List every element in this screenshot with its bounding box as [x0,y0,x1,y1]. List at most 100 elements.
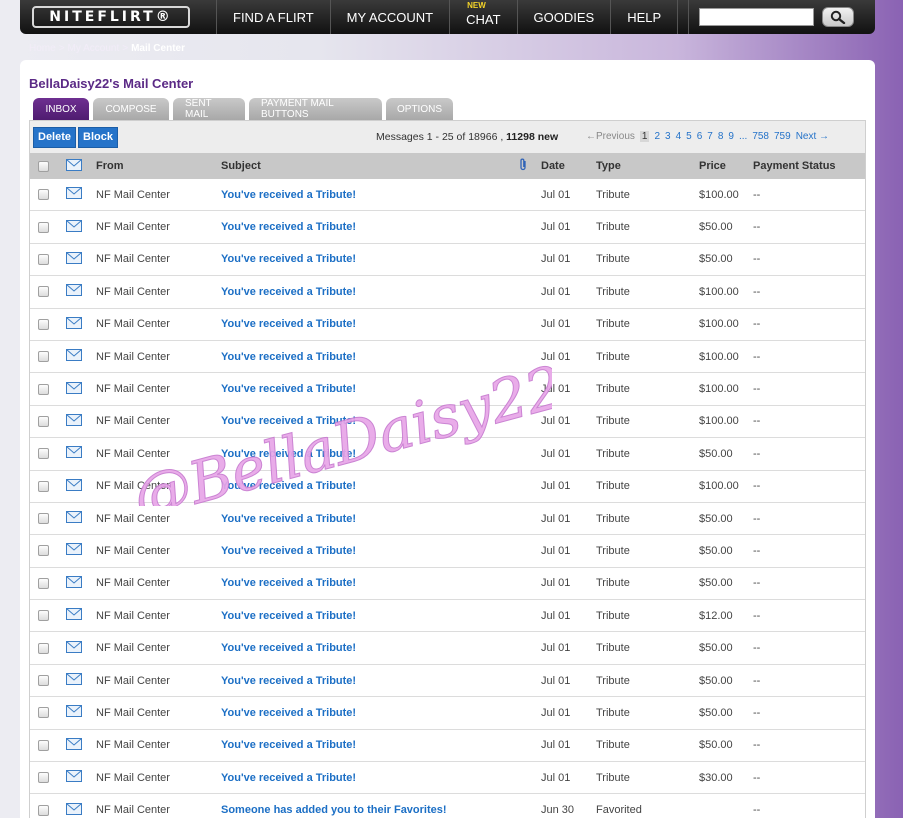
row-subject-link[interactable]: You've received a Tribute! [221,513,356,525]
table-row[interactable]: NF Mail Center You've received a Tribute… [30,309,865,341]
row-checkbox[interactable] [38,577,49,589]
row-subject-link[interactable]: You've received a Tribute! [221,642,356,654]
row-checkbox[interactable] [38,739,49,751]
row-checkbox[interactable] [38,480,49,492]
row-subject-link[interactable]: You've received a Tribute! [221,415,356,427]
table-row[interactable]: NF Mail Center You've received a Tribute… [30,179,865,212]
row-checkbox[interactable] [38,804,49,816]
search-button[interactable] [822,7,855,27]
row-checkbox[interactable] [38,610,49,622]
row-subject-link[interactable]: You've received a Tribute! [221,383,356,395]
row-subject-link[interactable]: You've received a Tribute! [221,675,356,687]
row-subject-link[interactable]: You've received a Tribute! [221,318,356,330]
table-row[interactable]: NF Mail Center You've received a Tribute… [30,503,865,536]
row-payment-status: -- [753,350,761,363]
table-row[interactable]: NF Mail Center You've received a Tribute… [30,697,865,730]
page-link[interactable]: 759 [774,131,791,142]
nav-goodies[interactable]: GOODIES [516,0,611,34]
row-subject-link[interactable]: You've received a Tribute! [221,545,356,557]
row-subject-link[interactable]: You've received a Tribute! [221,707,356,719]
page-link[interactable]: 2 [654,131,660,142]
table-row[interactable]: NF Mail Center You've received a Tribute… [30,373,865,406]
row-checkbox[interactable] [38,221,49,233]
select-all-checkbox[interactable] [38,160,49,172]
header-payment-status[interactable]: Payment Status [753,160,836,172]
page-link[interactable]: 758 [752,131,769,142]
table-row[interactable]: NF Mail Center You've received a Tribute… [30,438,865,471]
page-link[interactable]: 7 [707,131,713,142]
table-row[interactable]: NF Mail Center Someone has added you to … [30,794,865,818]
table-row[interactable]: NF Mail Center You've received a Tribute… [30,568,865,601]
row-checkbox[interactable] [38,286,49,298]
table-row[interactable]: NF Mail Center You've received a Tribute… [30,730,865,763]
row-checkbox[interactable] [38,707,49,719]
row-checkbox[interactable] [38,318,49,330]
row-payment-status: -- [753,447,761,460]
row-checkbox[interactable] [38,642,49,654]
tab-sent-mail[interactable]: SENT MAIL [173,98,245,120]
page-link[interactable]: 8 [718,131,724,142]
page-link[interactable]: 9 [728,131,734,142]
previous-link[interactable]: ←Previous [586,131,635,142]
page-link[interactable]: 4 [676,131,682,142]
niteflirt-logo[interactable]: NITEFLIRT® [32,6,190,28]
row-checkbox[interactable] [38,253,49,265]
page-link[interactable]: 3 [665,131,671,142]
table-row[interactable]: NF Mail Center You've received a Tribute… [30,341,865,374]
row-subject-link[interactable]: You've received a Tribute! [221,772,356,784]
envelope-icon [66,413,82,429]
row-subject-link[interactable]: Someone has added you to their Favorites… [221,804,447,816]
row-checkbox[interactable] [38,545,49,557]
row-subject-link[interactable]: You've received a Tribute! [221,480,356,492]
search-input[interactable] [699,8,815,26]
header-subject[interactable]: Subject [221,160,261,172]
row-checkbox[interactable] [38,189,49,201]
breadcrumb-my-account[interactable]: My Account [68,43,120,54]
table-row[interactable]: NF Mail Center You've received a Tribute… [30,471,865,503]
table-row[interactable]: NF Mail Center You've received a Tribute… [30,665,865,698]
table-row[interactable]: NF Mail Center You've received a Tribute… [30,632,865,665]
tab-inbox[interactable]: INBOX [33,98,89,120]
tab-compose[interactable]: COMPOSE [93,98,169,120]
header-price[interactable]: Price [699,160,726,172]
breadcrumb-home[interactable]: Home [29,43,56,54]
header-type[interactable]: Type [596,160,621,172]
row-subject-link[interactable]: You've received a Tribute! [221,351,356,363]
table-row[interactable]: NF Mail Center You've received a Tribute… [30,276,865,309]
tab-payment-mail-buttons[interactable]: PAYMENT MAIL BUTTONS [249,98,382,120]
row-subject-link[interactable]: You've received a Tribute! [221,448,356,460]
row-subject-link[interactable]: You've received a Tribute! [221,739,356,751]
tab-options[interactable]: OPTIONS [386,98,453,120]
table-row[interactable]: NF Mail Center You've received a Tribute… [30,535,865,568]
row-checkbox[interactable] [38,513,49,525]
row-checkbox[interactable] [38,772,49,784]
row-checkbox[interactable] [38,415,49,427]
nav-find-a-flirt[interactable]: FIND A FLIRT [216,0,330,34]
row-subject-link[interactable]: You've received a Tribute! [221,577,356,589]
header-date[interactable]: Date [541,160,565,172]
table-row[interactable]: NF Mail Center You've received a Tribute… [30,600,865,633]
row-subject-link[interactable]: You've received a Tribute! [221,221,356,233]
block-button[interactable]: Block [78,126,118,148]
row-subject-link[interactable]: You've received a Tribute! [221,253,356,265]
row-subject-link[interactable]: You've received a Tribute! [221,286,356,298]
nav-help[interactable]: HELP [610,0,679,34]
page-link[interactable]: 5 [686,131,692,142]
row-subject-link[interactable]: You've received a Tribute! [221,189,356,201]
delete-button[interactable]: Delete [33,126,77,148]
header-from[interactable]: From [96,160,124,172]
nav-my-account[interactable]: MY ACCOUNT [329,0,449,34]
row-checkbox[interactable] [38,383,49,395]
table-row[interactable]: NF Mail Center You've received a Tribute… [30,406,865,439]
row-subject-link[interactable]: You've received a Tribute! [221,610,356,622]
row-checkbox[interactable] [38,351,49,363]
row-checkbox[interactable] [38,448,49,460]
table-row[interactable]: NF Mail Center You've received a Tribute… [30,244,865,277]
page-link[interactable]: 6 [697,131,703,142]
next-link[interactable]: Next → [796,131,829,142]
table-row[interactable]: NF Mail Center You've received a Tribute… [30,762,865,795]
nav-chat[interactable]: NEW CHAT [449,0,516,34]
row-checkbox[interactable] [38,675,49,687]
table-row[interactable]: NF Mail Center You've received a Tribute… [30,211,865,244]
inbox-table: Delete Block Messages 1 - 25 of 18966 , … [29,120,866,818]
